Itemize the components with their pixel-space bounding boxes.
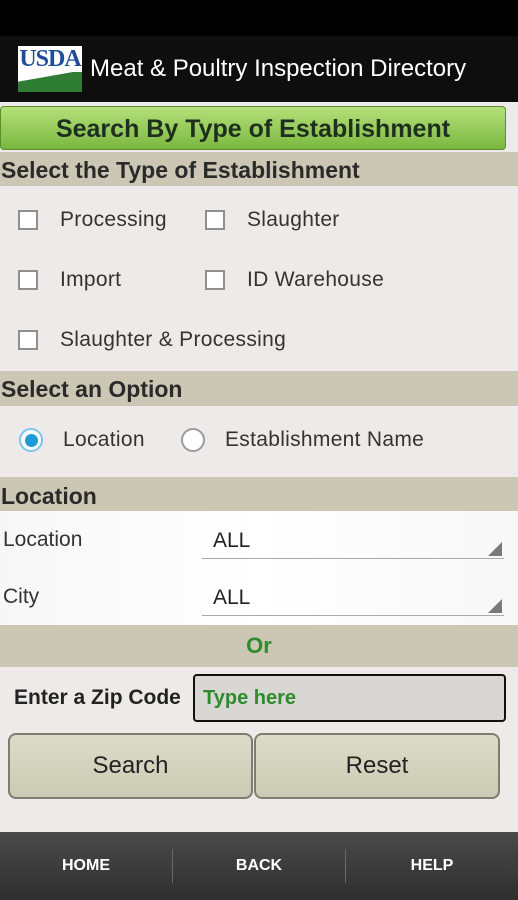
logo-text: USDA [18,46,82,72]
zip-code-input[interactable]: Type here [193,674,506,722]
dropdown-arrow-icon [488,542,502,556]
location-field-label: Location [3,528,83,551]
radio-button[interactable] [19,428,43,452]
checkbox-box[interactable] [18,270,38,290]
checkbox-box[interactable] [18,210,38,230]
radio-label: Location [63,428,145,451]
checkbox-label: Slaughter [247,208,340,231]
location-spinner-value: ALL [213,529,251,552]
city-spinner-value: ALL [213,586,251,609]
usda-logo: USDA [18,46,82,92]
reset-button[interactable]: Reset [254,733,500,799]
location-heading: Location [0,477,518,511]
checkbox-label: Import [60,268,122,291]
checkbox-slaughter-processing[interactable]: Slaughter & Processing [18,328,286,352]
nav-home-button[interactable]: HOME [0,857,172,875]
checkbox-box[interactable] [18,330,38,350]
search-type-banner: Search By Type of Establishment [0,106,506,150]
checkbox-import[interactable]: Import [18,268,121,292]
or-divider: Or [0,625,518,667]
app-title: Meat & Poultry Inspection Directory [90,55,467,82]
main-content: Search By Type of Establishment Select t… [0,102,518,832]
radio-button[interactable] [181,428,205,452]
checkbox-label: ID Warehouse [247,268,385,291]
nav-back-button[interactable]: BACK [173,857,345,875]
nav-help-button[interactable]: HELP [346,857,518,875]
dropdown-arrow-icon [488,599,502,613]
city-spinner[interactable]: ALL [202,586,504,616]
bottom-nav-bar: HOME BACK HELP [0,832,518,900]
checkbox-slaughter[interactable]: Slaughter [205,208,340,232]
checkbox-processing[interactable]: Processing [18,208,167,232]
radio-location[interactable]: Location [19,428,145,452]
status-bar [0,0,518,36]
zip-code-label: Enter a Zip Code [14,686,181,709]
location-panel: Location ALL City ALL [0,511,518,625]
city-field-label: City [3,585,40,608]
radio-label: Establishment Name [225,428,425,451]
checkbox-box[interactable] [205,210,225,230]
checkbox-label: Slaughter & Processing [60,328,287,351]
checkbox-label: Processing [60,208,167,231]
app-bar: USDA Meat & Poultry Inspection Directory [0,36,518,102]
location-spinner[interactable]: ALL [202,529,504,559]
checkbox-id-warehouse[interactable]: ID Warehouse [205,268,384,292]
search-button[interactable]: Search [8,733,253,799]
checkbox-box[interactable] [205,270,225,290]
option-heading: Select an Option [0,371,518,406]
logo-swoosh-icon [18,72,82,92]
radio-selected-dot [24,433,38,447]
establishment-type-heading: Select the Type of Establishment [0,152,518,186]
radio-establishment-name[interactable]: Establishment Name [181,428,424,452]
